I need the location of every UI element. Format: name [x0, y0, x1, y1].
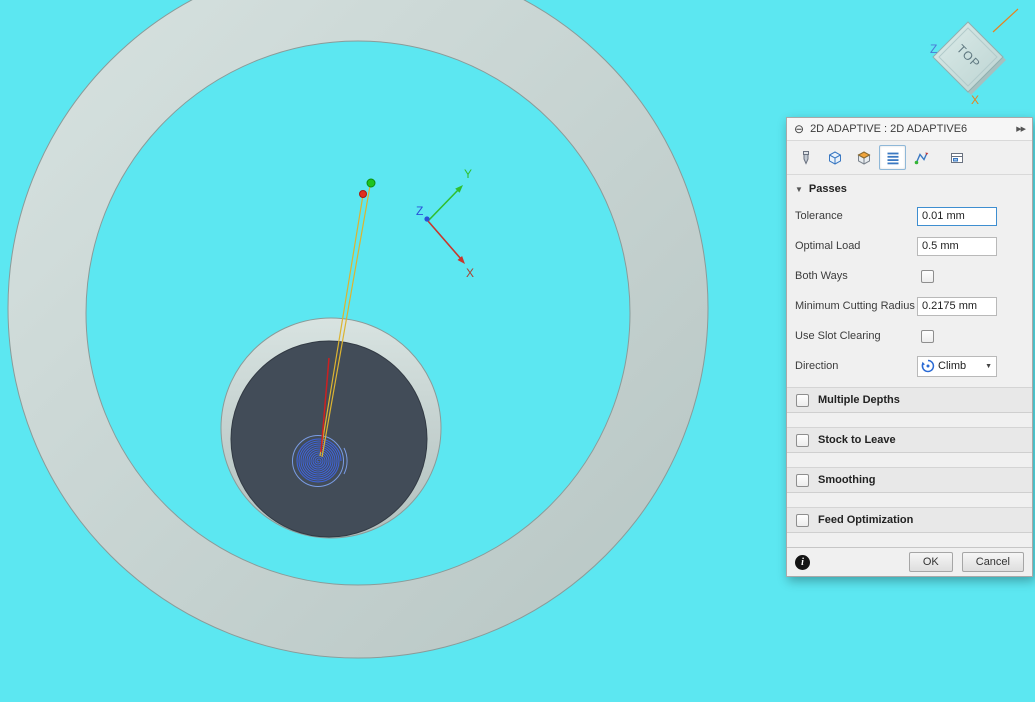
section-multiple-depths[interactable]: Multiple Depths: [787, 387, 1032, 413]
field-row-optimal-load: Optimal Load: [787, 231, 1032, 261]
minimum-cutting-radius-label: Minimum Cutting Radius: [795, 300, 915, 312]
use-slot-clearing-label: Use Slot Clearing: [795, 330, 881, 342]
viewcube-x-label: X: [971, 93, 979, 107]
field-row-use-slot-clearing: Use Slot Clearing: [787, 321, 1032, 351]
adaptive-operation-dialog: ⊖ 2D ADAPTIVE : 2D ADAPTIVE6 ▶▶ ▼ Passes…: [786, 117, 1033, 577]
stock-to-leave-label: Stock to Leave: [818, 434, 896, 446]
both-ways-label: Both Ways: [795, 270, 848, 282]
section-smoothing[interactable]: Smoothing: [787, 467, 1032, 493]
dialog-header[interactable]: ⊖ 2D ADAPTIVE : 2D ADAPTIVE6 ▶▶: [787, 118, 1032, 141]
stock-to-leave-checkbox[interactable]: [796, 433, 809, 447]
collapse-icon[interactable]: ⊖: [794, 123, 804, 135]
smoothing-label: Smoothing: [818, 474, 876, 486]
tab-heights[interactable]: [850, 145, 877, 170]
optimal-load-label: Optimal Load: [795, 240, 861, 252]
direction-label: Direction: [795, 360, 839, 372]
field-row-direction: Direction Climb ▼: [787, 351, 1032, 381]
section-expanded-icon: ▼: [795, 184, 803, 194]
dialog-footer: i OK Cancel: [787, 547, 1032, 576]
field-row-tolerance: Tolerance: [787, 201, 1032, 231]
passes-section-header[interactable]: ▼ Passes: [787, 175, 1032, 201]
both-ways-checkbox[interactable]: [921, 269, 934, 283]
triad-x-label: X: [466, 266, 474, 280]
linking-icon: [914, 152, 928, 164]
tab-options[interactable]: [943, 145, 970, 170]
heights-cube-icon: [856, 150, 871, 165]
ok-button[interactable]: OK: [908, 552, 953, 572]
tool-icon: [802, 150, 809, 165]
direction-value: Climb: [938, 360, 967, 372]
field-row-both-ways: Both Ways: [787, 261, 1032, 291]
passes-section-title: Passes: [808, 183, 847, 195]
feed-optimization-checkbox[interactable]: [796, 513, 809, 527]
multiple-depths-label: Multiple Depths: [818, 394, 900, 406]
entry-point: [359, 190, 367, 198]
chevron-down-icon: ▼: [985, 362, 992, 370]
triad-y-label: Y: [464, 167, 472, 181]
tab-tool[interactable]: [792, 145, 819, 170]
collapsed-sections: Multiple Depths Stock to Leave Smoothing…: [787, 387, 1032, 533]
optimal-load-input[interactable]: [917, 236, 997, 256]
dialog-tab-bar: [787, 141, 1032, 175]
multiple-depths-checkbox[interactable]: [796, 393, 809, 407]
direction-dropdown[interactable]: Climb ▼: [917, 355, 997, 377]
feed-optimization-label: Feed Optimization: [818, 514, 914, 526]
pocket-floor[interactable]: [230, 340, 428, 538]
use-slot-clearing-checkbox[interactable]: [921, 329, 934, 343]
section-stock-to-leave[interactable]: Stock to Leave: [787, 427, 1032, 453]
origin-triad: Y X Z: [416, 167, 474, 280]
triad-z-label: Z: [416, 204, 423, 218]
minimum-cutting-radius-input[interactable]: [917, 296, 997, 316]
tab-passes[interactable]: [879, 145, 906, 170]
viewcube-z-label: Z: [930, 42, 937, 56]
view-cube[interactable]: TOP Z X: [930, 8, 1019, 107]
tab-geometry[interactable]: [821, 145, 848, 170]
tolerance-label: Tolerance: [795, 210, 843, 222]
geometry-cube-icon: [828, 150, 841, 165]
tolerance-input[interactable]: [917, 206, 997, 226]
climb-direction-icon: [921, 359, 935, 373]
options-icon: [950, 152, 963, 163]
retract-point: [366, 178, 376, 188]
smoothing-checkbox[interactable]: [796, 473, 809, 487]
dialog-title: 2D ADAPTIVE : 2D ADAPTIVE6: [810, 123, 968, 135]
z-axis-dot: [424, 216, 430, 222]
info-icon[interactable]: i: [795, 554, 810, 570]
field-row-minimum-cutting-radius: Minimum Cutting Radius: [787, 291, 1032, 321]
section-feed-optimization[interactable]: Feed Optimization: [787, 507, 1032, 533]
fast-forward-icon[interactable]: ▶▶: [1016, 125, 1026, 133]
passes-icon: [887, 152, 898, 164]
cancel-button[interactable]: Cancel: [961, 552, 1024, 572]
tab-linking[interactable]: [908, 145, 935, 170]
boss-cylinder[interactable]: [220, 317, 442, 539]
